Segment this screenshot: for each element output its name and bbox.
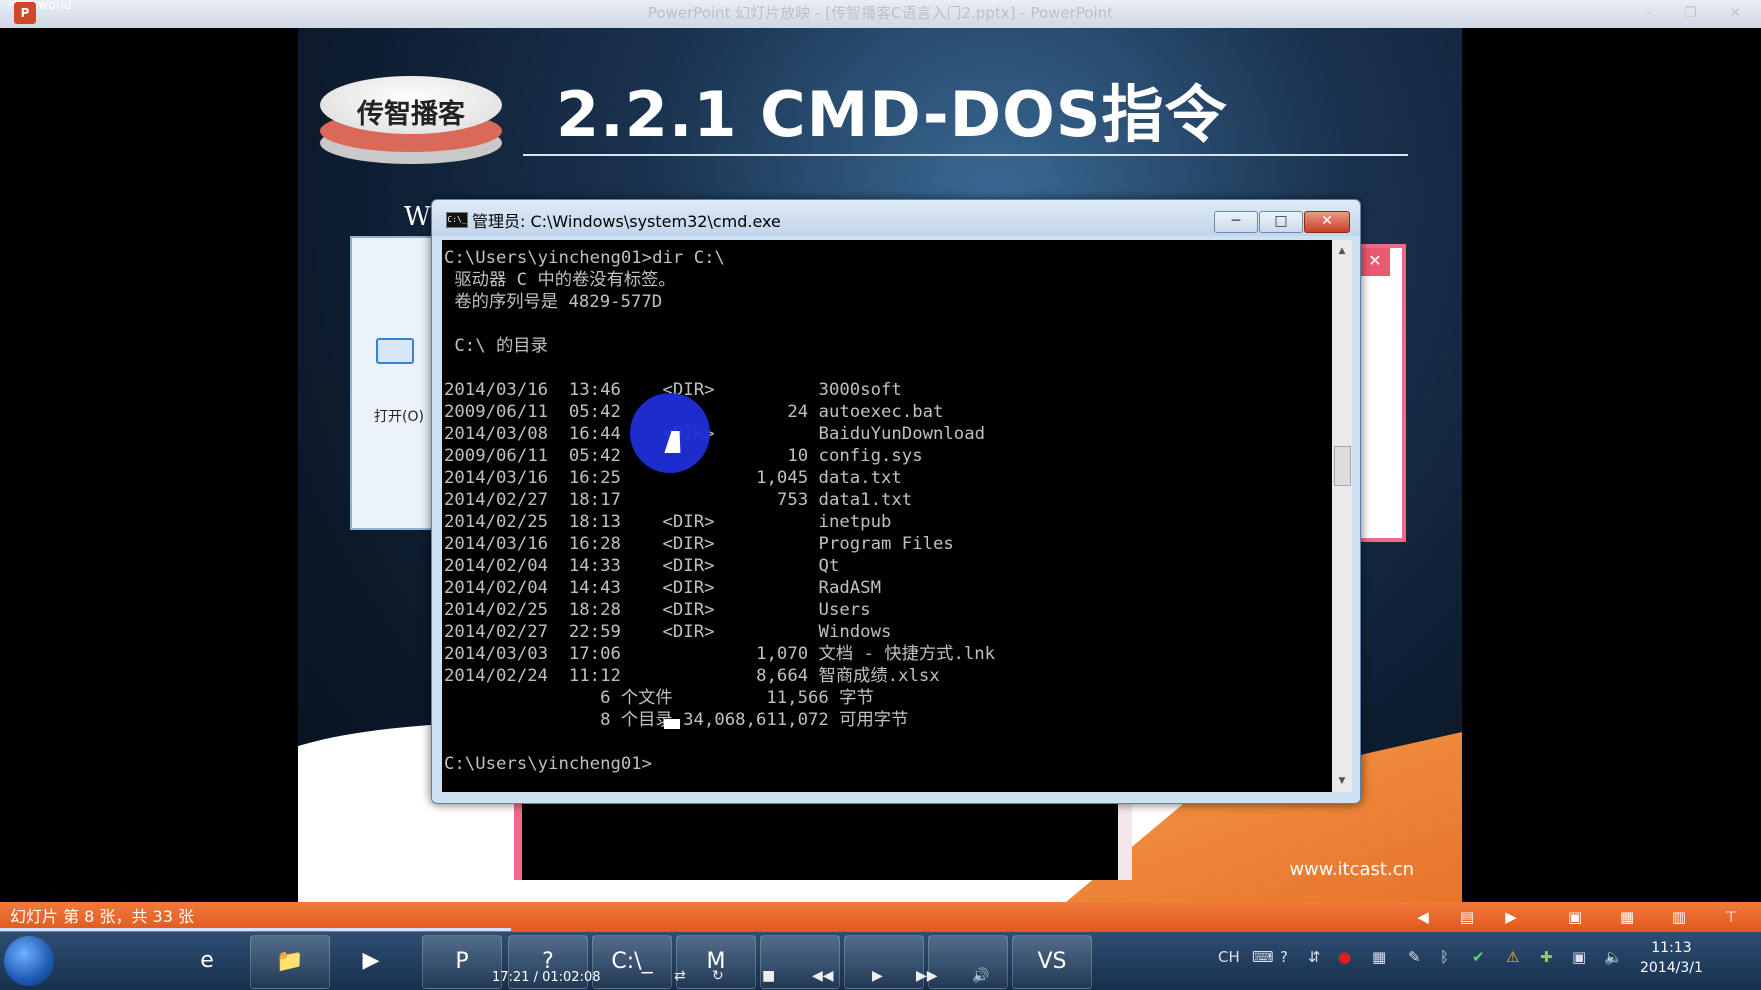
bluetooth-icon[interactable]: ᛒ [1440, 948, 1449, 966]
window-icon [376, 338, 414, 364]
scrollbar-thumb[interactable] [1334, 446, 1351, 486]
slide-title: 2.2.1 CMD-DOS指令 [556, 78, 1228, 151]
taskbar: e 📁 ▶ P ? C:\_ M VS 17:21 / 01:02:08 ⇄ ↻… [0, 932, 1761, 990]
keyboard-icon[interactable]: ⌨ [1252, 948, 1274, 966]
stop-icon[interactable]: ■ [762, 968, 775, 984]
console-output[interactable]: C:\Users\yincheng01>dir C:\ 驱动器 C 中的卷没有标… [442, 240, 1332, 792]
scroll-up-icon[interactable]: ▲ [1332, 246, 1352, 256]
minimize-button[interactable]: ─ [1214, 211, 1258, 233]
cmd-window[interactable]: C:\_ 管理员: C:\Windows\system32\cmd.exe ─ … [431, 199, 1361, 804]
slideshow-stage: 传智播客 2.2.1 CMD-DOS指令 W 打开(O) ✕ www.itcas… [0, 28, 1761, 902]
playback-progress[interactable] [0, 928, 511, 931]
system-clock[interactable]: 11:13 2014/3/1 [1640, 938, 1703, 978]
previous-slide-icon[interactable]: ◀ [1414, 908, 1432, 926]
add-icon[interactable]: ✚ [1540, 948, 1553, 966]
background-dialog: 打开(O) [350, 236, 444, 530]
input-language-indicator[interactable]: CH [1218, 948, 1240, 966]
volume-icon[interactable]: 🔊 [972, 968, 989, 984]
slide-sorter-icon[interactable]: ▦ [1618, 908, 1636, 926]
open-button-label[interactable]: 打开(O) [374, 406, 424, 426]
security-icon[interactable]: ✔ [1472, 948, 1485, 966]
record-icon[interactable]: ● [1338, 948, 1351, 966]
fast-forward-icon[interactable]: ▶▶ [916, 968, 938, 984]
powerpoint-icon: P [14, 2, 36, 24]
app-tray-icon[interactable]: ▦ [1372, 948, 1386, 966]
next-slide-icon[interactable]: ▶ [1502, 908, 1520, 926]
app-icon[interactable] [844, 935, 924, 989]
pen-tray-icon[interactable]: ✎ [1408, 948, 1421, 966]
ie-icon[interactable]: e [168, 935, 246, 987]
maximize-button[interactable]: □ [1259, 211, 1303, 233]
media-player-icon[interactable]: ▶ [332, 935, 410, 987]
speaker-icon[interactable]: 🔈 [1604, 948, 1623, 966]
shuffle-icon[interactable]: ⇄ [674, 968, 686, 984]
logo-text: 传智播客 [357, 99, 465, 130]
window-controls[interactable]: – ❐ ✕ [1645, 0, 1755, 26]
background-dialog-right: ✕ [1360, 244, 1406, 542]
scroll-down-icon[interactable]: ▼ [1332, 776, 1352, 786]
clock-date: 2014/3/1 [1640, 960, 1703, 976]
console-caret [664, 719, 680, 729]
reading-view-icon[interactable]: ▥ [1670, 908, 1688, 926]
media-time: 17:21 / 01:02:08 [492, 970, 601, 985]
play-icon[interactable]: ▶ [872, 968, 883, 984]
rewind-icon[interactable]: ◀◀ [812, 968, 834, 984]
itcast-logo: 传智播客 [320, 70, 502, 166]
window-title: PowerPoint 幻灯片放映 - [传智播客C语言入门2.pptx] - P… [647, 4, 1114, 22]
cmd-window-title: 管理员: C:\Windows\system32\cmd.exe [472, 212, 781, 231]
network-icon[interactable]: ▣ [1572, 948, 1586, 966]
normal-view-icon[interactable]: ▣ [1566, 908, 1584, 926]
powerpoint-title-bar: Helloworld P PowerPoint 幻灯片放映 - [传智播客C语言… [0, 0, 1761, 28]
warning-icon[interactable]: ⚠ [1506, 948, 1519, 966]
cmd-title-bar[interactable]: C:\_ 管理员: C:\Windows\system32\cmd.exe ─ … [432, 200, 1360, 236]
cmd-task-icon[interactable]: C:\_ [592, 935, 672, 989]
visual-studio-icon[interactable]: VS [1012, 935, 1092, 989]
network-transfer-icon[interactable]: ⇵ [1308, 948, 1321, 966]
close-button[interactable]: ✕ [1304, 211, 1350, 233]
close-icon[interactable]: ✕ [1360, 248, 1390, 276]
clock-time: 11:13 [1651, 940, 1692, 956]
slide-menu-icon[interactable]: ▤ [1458, 908, 1476, 926]
slideshow-icon[interactable]: ⊤ [1722, 908, 1740, 926]
console-icon: C:\_ [446, 212, 468, 228]
help-tray-icon[interactable]: ? [1280, 948, 1288, 966]
repeat-icon[interactable]: ↻ [712, 968, 724, 984]
explorer-icon[interactable]: 📁 [250, 935, 330, 989]
title-divider [523, 154, 1408, 156]
vertical-scrollbar[interactable]: ▲ ▼ [1332, 240, 1352, 792]
app-icon[interactable] [928, 935, 1008, 989]
website-label: www.itcast.cn [1289, 859, 1414, 880]
console-text: C:\Users\yincheng01>dir C:\ 驱动器 C 中的卷没有标… [444, 248, 996, 774]
slide-partial-letter: W [404, 202, 431, 232]
powerpoint-task-icon[interactable]: P [422, 935, 502, 989]
start-button[interactable] [4, 936, 54, 986]
